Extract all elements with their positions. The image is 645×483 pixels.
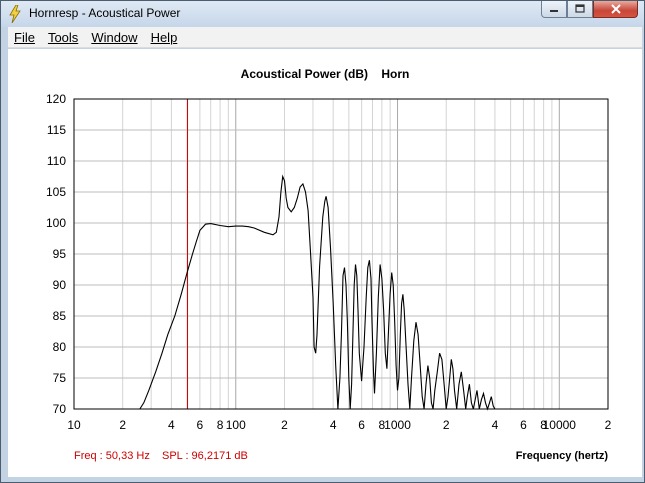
y-tick-label: 115 (47, 123, 66, 137)
title-bar[interactable]: Hornresp - Acoustical Power (1, 1, 644, 27)
x-tick-label: 8 (217, 418, 224, 432)
chart-title: Acoustical Power (dB) Horn (241, 67, 410, 81)
app-window: Hornresp - Acoustical Power File Tools W… (0, 0, 645, 483)
y-tick-label: 70 (53, 402, 67, 416)
minimize-button[interactable] (541, 1, 567, 18)
x-tick-label: 1000 (384, 418, 411, 432)
y-tick-label: 105 (46, 185, 66, 199)
x-tick-label: 4 (330, 418, 337, 432)
window-title: Hornresp - Acoustical Power (29, 6, 181, 20)
cursor-frequency-readout: Freq : 50,33 Hz (74, 450, 150, 462)
menu-bar: File Tools Window Help (8, 27, 642, 48)
x-tick-label: 6 (520, 418, 527, 432)
x-tick-label: 2 (443, 418, 450, 432)
close-icon (610, 4, 621, 14)
grid (74, 99, 608, 409)
chart-panel: Acoustical Power (dB) Horn 120 115 110 105 1… (8, 49, 642, 477)
x-tick-label: 4 (168, 418, 175, 432)
y-tick-label: 85 (53, 309, 67, 323)
y-tick-label: 80 (53, 340, 67, 354)
x-tick-label: 4 (492, 418, 499, 432)
menu-help[interactable]: Help (151, 30, 178, 45)
x-tick-label: 100 (226, 418, 246, 432)
close-button[interactable] (593, 1, 638, 18)
y-tick-label: 120 (46, 92, 66, 106)
y-axis-ticks: 120 115 110 105 100 95 90 85 80 75 70 (46, 92, 66, 416)
maximize-button[interactable] (567, 1, 593, 18)
x-tick-label: 2 (119, 418, 126, 432)
y-tick-label: 95 (53, 247, 67, 261)
x-tick-label: 2 (605, 418, 612, 432)
acoustical-power-curve (139, 174, 496, 411)
x-tick-label: 6 (358, 418, 365, 432)
menu-tools[interactable]: Tools (48, 30, 78, 45)
minimize-icon (550, 10, 558, 12)
x-tick-label: 10000 (543, 418, 577, 432)
x-tick-label: 2 (281, 418, 288, 432)
menu-window[interactable]: Window (91, 30, 137, 45)
y-tick-label: 100 (46, 216, 66, 230)
x-axis-label: Frequency (hertz) (516, 450, 609, 462)
maximize-icon (575, 4, 585, 13)
y-tick-label: 75 (53, 371, 67, 385)
y-tick-label: 110 (47, 154, 66, 168)
lightning-bolt-icon (9, 5, 21, 23)
y-tick-label: 90 (53, 278, 67, 292)
cursor-spl-readout: SPL : 96,2171 dB (162, 450, 248, 462)
x-tick-label: 10 (67, 418, 81, 432)
acoustical-power-chart[interactable]: Acoustical Power (dB) Horn 1201151101051… (8, 49, 642, 477)
x-tick-label: 6 (197, 418, 204, 432)
menu-file[interactable]: File (14, 30, 35, 45)
x-axis-ticks: 10 2 4 6 8 100 2 4 6 81000 2 4 6 810000 2 (67, 418, 611, 432)
